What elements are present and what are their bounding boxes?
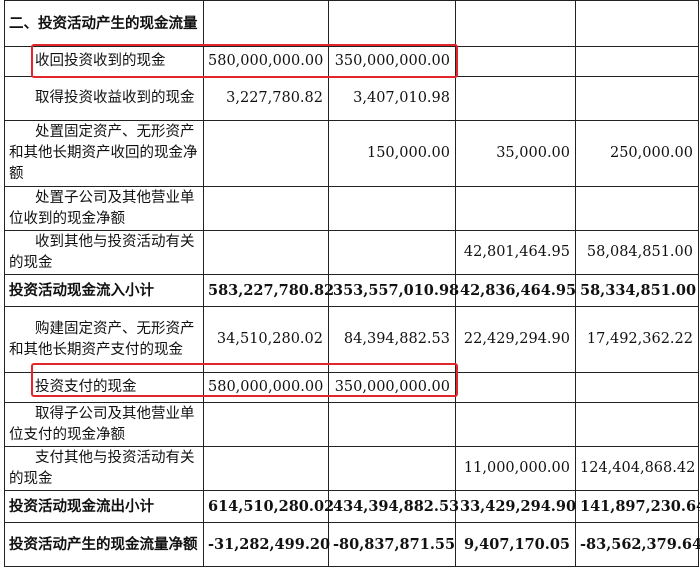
value-cell	[328, 230, 456, 275]
row-label: 购建固定资产、无形资产和其他长期资产支付的现金	[4, 306, 204, 373]
table-cell	[328, 0, 456, 47]
value-cell	[455, 76, 576, 121]
row-label: 投资活动产生的现金流量净额	[4, 522, 204, 567]
value-cell: 34,510,280.02	[203, 306, 329, 373]
value-cell	[203, 120, 329, 187]
value-cell	[575, 76, 699, 121]
value-cell: 58,334,851.00	[575, 274, 699, 307]
row-label: 取得投资收益收到的现金	[4, 76, 204, 121]
row-label: 投资支付的现金	[4, 372, 204, 403]
value-cell: 22,429,294.90	[455, 306, 576, 373]
value-cell: 3,407,010.98	[328, 76, 456, 121]
value-cell: 580,000,000.00	[203, 372, 329, 403]
row-label: 收回投资收到的现金	[4, 46, 204, 77]
table-row: 取得子公司及其他营业单位支付的现金净额	[4, 402, 699, 447]
table-row: 收到其他与投资活动有关的现金 42,801,464.95 58,084,851.…	[4, 230, 699, 275]
row-label: 处置子公司及其他营业单位收到的现金净额	[4, 186, 204, 231]
subtotal-row: 投资活动现金流出小计 614,510,280.02 434,394,882.53…	[4, 490, 700, 523]
value-cell: 9,407,170.05	[455, 522, 576, 567]
value-cell	[328, 446, 456, 491]
value-cell: -83,562,379.64	[575, 522, 700, 567]
subtotal-row: 投资活动现金流入小计 583,227,780.82 353,557,010.98…	[4, 274, 699, 307]
value-cell	[328, 186, 456, 231]
value-cell: 35,000.00	[455, 120, 576, 187]
value-cell: -31,282,499.20	[203, 522, 330, 567]
value-cell	[203, 230, 329, 275]
value-cell	[203, 402, 329, 447]
table-cell	[455, 0, 576, 47]
value-cell: 3,227,780.82	[203, 76, 329, 121]
value-cell	[575, 402, 699, 447]
value-cell: 353,557,010.98	[328, 274, 459, 307]
value-cell	[328, 402, 456, 447]
value-cell: 350,000,000.00	[328, 46, 456, 77]
value-cell: 84,394,882.53	[328, 306, 456, 373]
net-cash-flow-row: 投资活动产生的现金流量净额 -31,282,499.20 -80,837,871…	[4, 522, 700, 567]
value-cell: 42,836,464.95	[455, 274, 576, 307]
value-cell	[455, 372, 576, 403]
value-cell: 614,510,280.02	[203, 490, 334, 523]
value-cell: 434,394,882.53	[328, 490, 459, 523]
row-label: 投资活动现金流出小计	[4, 490, 204, 523]
value-cell: 124,404,868.42	[575, 446, 699, 491]
table-row: 投资支付的现金 580,000,000.00 350,000,000.00	[4, 372, 699, 403]
table-cell	[203, 0, 329, 47]
value-cell: 250,000.00	[575, 120, 699, 187]
value-cell	[203, 446, 329, 491]
section-title: 二、投资活动产生的现金流量	[4, 0, 204, 47]
value-cell: 33,429,294.90	[455, 490, 576, 523]
value-cell: 11,000,000.00	[455, 446, 576, 491]
value-cell: 350,000,000.00	[328, 372, 456, 403]
value-cell: 17,492,362.22	[575, 306, 699, 373]
table-row: 收回投资收到的现金 580,000,000.00 350,000,000.00	[4, 46, 699, 77]
cash-flow-table: 二、投资活动产生的现金流量 收回投资收到的现金 580,000,000.00 3…	[4, 0, 700, 567]
value-cell: 141,897,230.64	[575, 490, 700, 523]
table-row: 购建固定资产、无形资产和其他长期资产支付的现金 34,510,280.02 84…	[4, 306, 699, 373]
value-cell: 42,801,464.95	[455, 230, 576, 275]
row-label: 取得子公司及其他营业单位支付的现金净额	[4, 402, 204, 447]
value-cell: 58,084,851.00	[575, 230, 699, 275]
row-label: 支付其他与投资活动有关的现金	[4, 446, 204, 491]
row-label: 投资活动现金流入小计	[4, 274, 204, 307]
table-row: 支付其他与投资活动有关的现金 11,000,000.00 124,404,868…	[4, 446, 699, 491]
table-row: 处置固定资产、无形资产和其他长期资产收回的现金净额 150,000.00 35,…	[4, 120, 699, 187]
value-cell	[575, 46, 699, 77]
section-header-row: 二、投资活动产生的现金流量	[4, 0, 699, 47]
value-cell	[455, 402, 576, 447]
table-cell	[575, 0, 699, 47]
value-cell	[455, 46, 576, 77]
row-label: 收到其他与投资活动有关的现金	[4, 230, 204, 275]
row-label: 处置固定资产、无形资产和其他长期资产收回的现金净额	[4, 120, 204, 187]
value-cell: 150,000.00	[328, 120, 456, 187]
value-cell	[575, 372, 699, 403]
value-cell: -80,837,871.55	[328, 522, 456, 567]
value-cell	[455, 186, 576, 231]
value-cell: 583,227,780.82	[203, 274, 334, 307]
value-cell	[575, 186, 699, 231]
table-row: 取得投资收益收到的现金 3,227,780.82 3,407,010.98	[4, 76, 699, 121]
value-cell: 580,000,000.00	[203, 46, 329, 77]
value-cell	[203, 186, 329, 231]
table-row: 处置子公司及其他营业单位收到的现金净额	[4, 186, 699, 231]
